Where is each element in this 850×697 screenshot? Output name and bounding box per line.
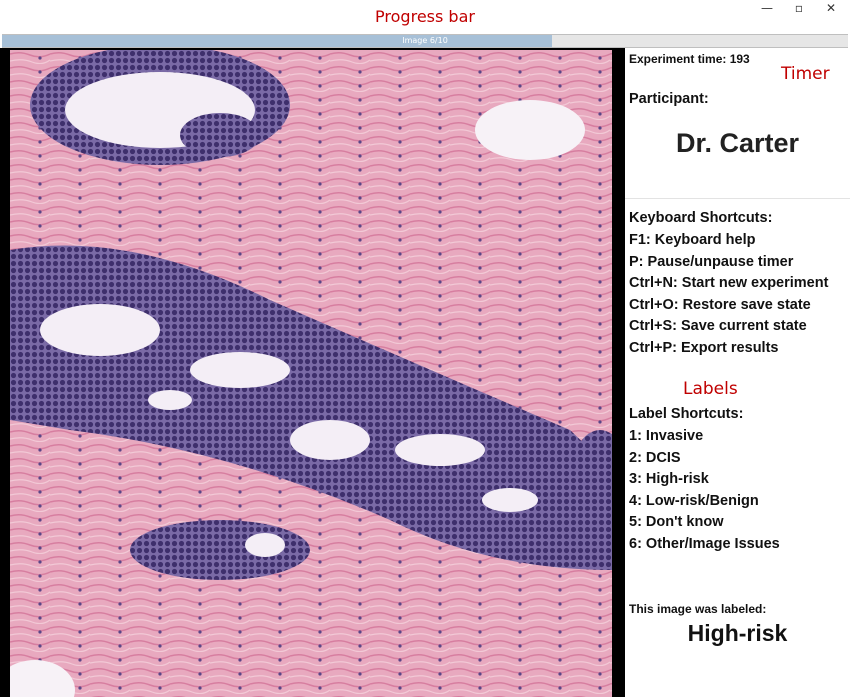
label-dcis: 2: DCIS [629, 450, 681, 466]
shortcut-new-experiment: Ctrl+N: Start new experiment [629, 275, 829, 291]
progress-text: Image 6/10 [402, 36, 448, 45]
keyboard-shortcuts-title: Keyboard Shortcuts: [629, 210, 773, 226]
shortcut-save: Ctrl+S: Save current state [629, 318, 807, 334]
participant-label: Participant: [629, 91, 709, 107]
label-shortcuts-title: Label Shortcuts: [629, 406, 744, 422]
shortcut-pause: P: Pause/unpause timer [629, 254, 794, 270]
labels-annotation: Labels [683, 379, 738, 399]
minimize-button[interactable]: — [750, 0, 784, 18]
labeled-caption: This image was labeled: [629, 602, 767, 616]
label-dont-know: 5: Don't know [629, 514, 724, 530]
progress-bar-annotation: Progress bar [375, 7, 475, 26]
shortcut-export: Ctrl+P: Export results [629, 340, 779, 356]
timer-annotation: Timer [781, 64, 830, 84]
image-viewer[interactable] [0, 48, 625, 697]
label-high-risk: 3: High-risk [629, 471, 709, 487]
label-low-risk: 4: Low-risk/Benign [629, 493, 759, 509]
progress-bar: Image 6/10 [2, 34, 848, 48]
label-other: 6: Other/Image Issues [629, 536, 780, 552]
maximize-button[interactable]: ▫ [782, 0, 816, 18]
label-invasive: 1: Invasive [629, 428, 704, 444]
close-button[interactable]: ✕ [814, 0, 848, 18]
tissue-image [10, 50, 612, 697]
info-panel: Experiment time: 193 Timer Participant: … [625, 48, 850, 697]
labeled-value: High-risk [687, 620, 788, 646]
shortcut-restore: Ctrl+O: Restore save state [629, 297, 811, 313]
title-bar: Progress bar — ▫ ✕ [0, 0, 850, 34]
participant-name: Dr. Carter [675, 128, 800, 158]
experiment-time: Experiment time: 193 [629, 52, 750, 66]
divider [625, 198, 850, 199]
shortcut-f1: F1: Keyboard help [629, 232, 756, 248]
